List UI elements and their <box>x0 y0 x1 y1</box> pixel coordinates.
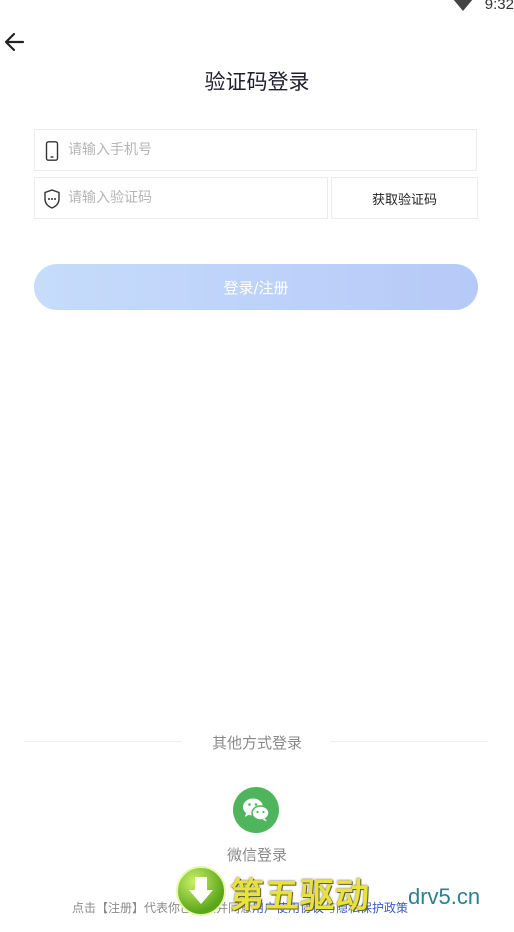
code-field <box>34 177 328 219</box>
download-arrow-icon <box>176 866 226 916</box>
wechat-icon <box>243 798 270 822</box>
arrow-left-icon <box>4 32 25 52</box>
phone-input[interactable] <box>68 130 468 170</box>
watermark: 第五驱动 drv5.cn <box>176 866 506 918</box>
phone-icon <box>45 141 59 161</box>
status-bar: 9:32 <box>0 0 514 16</box>
code-input[interactable] <box>68 178 318 218</box>
page-title: 验证码登录 <box>204 70 310 94</box>
back-button[interactable] <box>2 30 28 54</box>
wechat-login-label: 微信登录 <box>226 846 287 864</box>
other-login-label: 其他方式登录 <box>211 734 302 752</box>
login-register-button[interactable]: 登录/注册 <box>34 264 478 310</box>
watermark-brand: 第五驱动 <box>230 876 370 916</box>
wifi-icon <box>453 0 473 11</box>
status-time: 9:32 <box>484 0 514 13</box>
get-code-button[interactable]: 获取验证码 <box>331 177 478 219</box>
phone-field <box>34 129 477 171</box>
watermark-domain: drv5.cn <box>408 884 481 909</box>
wechat-login-button[interactable] <box>233 787 279 833</box>
shield-icon <box>44 189 60 209</box>
